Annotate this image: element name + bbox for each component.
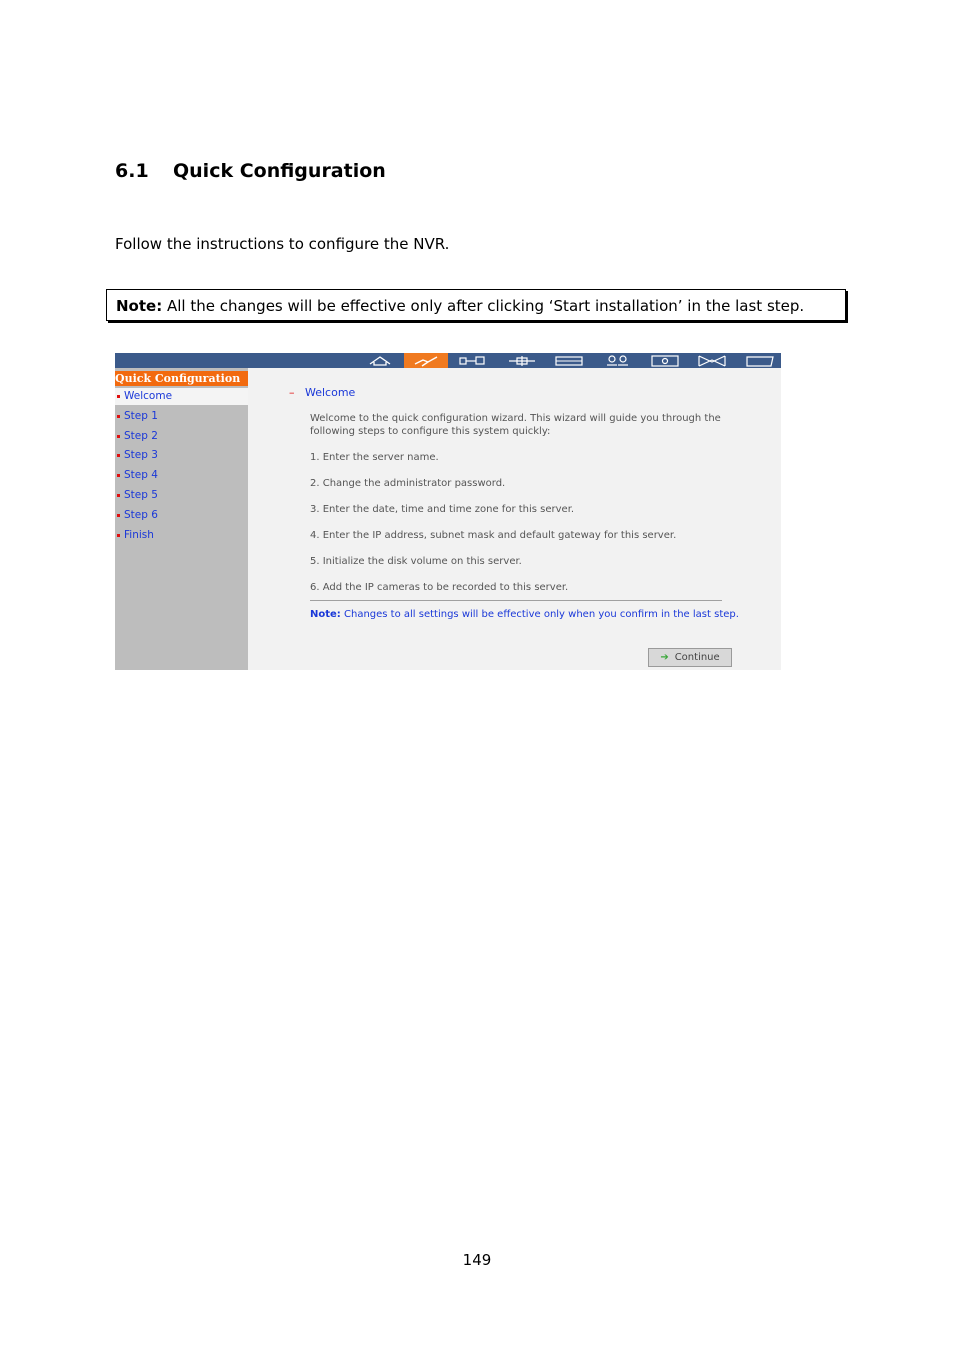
page-number: 149 bbox=[462, 1251, 492, 1269]
note-box: Note: All the changes will be effective … bbox=[106, 289, 846, 321]
content-panel: – Welcome Welcome to the quick configura… bbox=[248, 368, 781, 670]
content-note: Note: Changes to all settings will be ef… bbox=[310, 609, 739, 620]
sidebar-title: Quick Configuration bbox=[115, 371, 248, 386]
sidebar-item-step-5[interactable]: Step 5 bbox=[115, 487, 248, 504]
bullet-icon bbox=[117, 435, 120, 438]
top-toolbar bbox=[115, 353, 781, 368]
content-intro: Welcome to the quick configuration wizar… bbox=[310, 413, 721, 437]
continue-label: Continue bbox=[674, 652, 720, 663]
sidebar-item-step-3[interactable]: Step 3 bbox=[115, 447, 248, 464]
system-tools-icon[interactable] bbox=[450, 353, 494, 368]
bullet-icon bbox=[117, 534, 120, 537]
sidebar-item-label: Step 6 bbox=[124, 509, 158, 521]
sidebar-item-welcome[interactable]: Welcome bbox=[115, 388, 248, 405]
sidebar-item-finish[interactable]: Finish bbox=[115, 527, 248, 544]
content-title: – Welcome bbox=[289, 386, 356, 399]
bullet-icon bbox=[117, 395, 120, 398]
section-heading: 6.1 Quick Configuration bbox=[115, 160, 386, 182]
sidebar-item-label: Step 5 bbox=[124, 489, 158, 501]
event-icon[interactable] bbox=[690, 353, 734, 368]
collapse-icon[interactable]: – bbox=[289, 386, 295, 399]
step-line-6: 6. Add the IP cameras to be recorded to … bbox=[310, 582, 569, 593]
network-icon[interactable] bbox=[500, 353, 544, 368]
disk-icon[interactable] bbox=[547, 353, 591, 368]
sidebar-item-step-6[interactable]: Step 6 bbox=[115, 507, 248, 524]
sidebar-item-label: Step 3 bbox=[124, 449, 158, 461]
users-icon[interactable] bbox=[595, 353, 639, 368]
sidebar-item-label: Step 4 bbox=[124, 469, 158, 481]
step-line-3: 3. Enter the date, time and time zone fo… bbox=[310, 504, 575, 515]
step-line-5: 5. Initialize the disk volume on this se… bbox=[310, 556, 522, 567]
bullet-icon bbox=[117, 454, 120, 457]
step-line-1: 1. Enter the server name. bbox=[310, 452, 439, 463]
sidebar-item-step-4[interactable]: Step 4 bbox=[115, 467, 248, 484]
step-line-4: 4. Enter the IP address, subnet mask and… bbox=[310, 530, 677, 541]
bullet-icon bbox=[117, 514, 120, 517]
sidebar: Quick Configuration Welcome Step 1 Step … bbox=[115, 368, 248, 670]
sidebar-item-label: Welcome bbox=[124, 390, 173, 402]
note-label: Note: bbox=[116, 297, 163, 315]
camera-icon[interactable] bbox=[643, 353, 687, 368]
bullet-icon bbox=[117, 415, 120, 418]
bullet-icon bbox=[117, 474, 120, 477]
section-number: 6.1 bbox=[115, 160, 149, 182]
home-icon[interactable] bbox=[358, 353, 402, 368]
arrow-right-icon: ➔ bbox=[660, 652, 669, 663]
content-note-label: Note: bbox=[310, 609, 341, 620]
sidebar-item-step-1[interactable]: Step 1 bbox=[115, 408, 248, 425]
sidebar-item-step-2[interactable]: Step 2 bbox=[115, 428, 248, 445]
continue-button[interactable]: ➔ Continue bbox=[648, 648, 732, 667]
divider bbox=[310, 600, 722, 601]
quick-config-icon[interactable] bbox=[404, 353, 448, 368]
step-line-2: 2. Change the administrator password. bbox=[310, 478, 506, 489]
sidebar-item-label: Step 1 bbox=[124, 410, 158, 422]
sidebar-item-label: Step 2 bbox=[124, 430, 158, 442]
intro-text: Follow the instructions to configure the… bbox=[115, 235, 450, 253]
sidebar-item-label: Finish bbox=[124, 529, 154, 541]
note-text: All the changes will be effective only a… bbox=[166, 297, 805, 315]
logs-icon[interactable] bbox=[738, 353, 782, 368]
content-title-text: Welcome bbox=[305, 386, 356, 399]
nvr-screenshot: Quick Configuration Welcome Step 1 Step … bbox=[115, 353, 781, 670]
content-note-text: Changes to all settings will be effectiv… bbox=[344, 609, 739, 620]
bullet-icon bbox=[117, 494, 120, 497]
section-title: Quick Configuration bbox=[173, 160, 386, 182]
